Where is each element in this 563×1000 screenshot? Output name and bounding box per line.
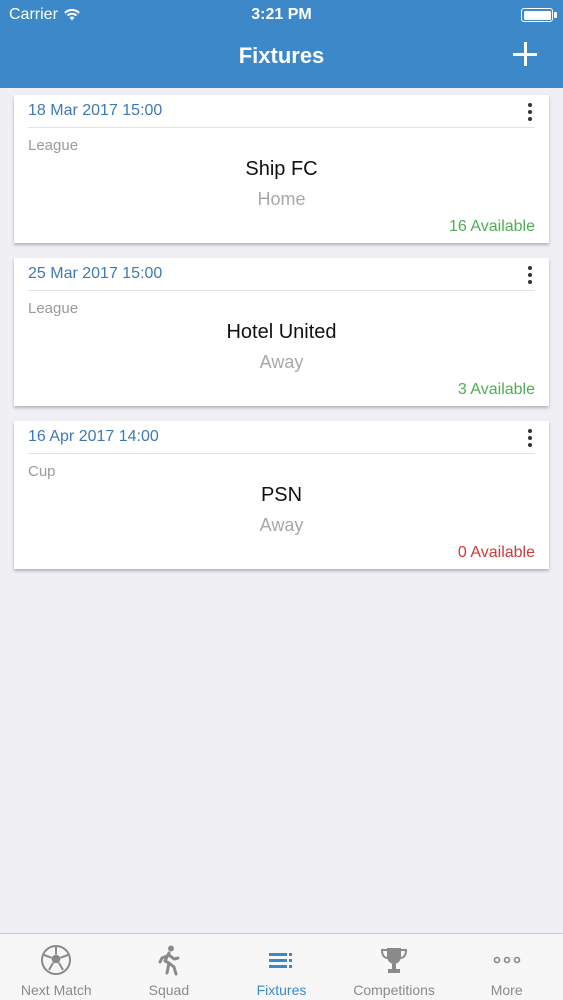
divider	[28, 453, 535, 454]
fixture-availability: 16 Available	[449, 218, 535, 235]
tab-bar: Next Match Squad Fixtures Competitions M…	[0, 933, 563, 1000]
fixture-venue: Home	[257, 189, 306, 209]
navigation-header: Carrier 3:21 PM Fixtures	[0, 0, 563, 88]
fixture-availability: 0 Available	[457, 544, 535, 561]
fixture-competition: Cup	[28, 463, 56, 480]
tab-label: Competitions	[353, 982, 435, 998]
tab-fixtures[interactable]: Fixtures	[225, 934, 338, 1000]
soccer-ball-icon	[41, 945, 72, 975]
fixture-opponent: PSN	[260, 484, 303, 506]
divider	[28, 290, 535, 291]
fixture-venue: Away	[259, 352, 304, 372]
tab-competitions[interactable]: Competitions	[338, 934, 451, 1000]
fixture-availability: 3 Available	[457, 381, 535, 398]
fixture-card[interactable]: 16 Apr 2017 14:00 Cup PSN Away 0 Availab…	[14, 421, 549, 569]
status-bar: Carrier 3:21 PM	[0, 0, 563, 30]
tab-label: Next Match	[20, 982, 92, 998]
tab-label: More	[490, 982, 523, 998]
more-options-icon[interactable]	[523, 427, 537, 449]
tab-next-match[interactable]: Next Match	[0, 934, 113, 1000]
battery-icon	[521, 8, 557, 22]
more-options-icon[interactable]	[523, 101, 537, 123]
fixture-date: 25 Mar 2017 15:00	[28, 265, 163, 282]
fixture-list: 18 Mar 2017 15:00 League Ship FC Home 16…	[14, 95, 549, 584]
tab-squad[interactable]: Squad	[113, 934, 226, 1000]
add-fixture-button[interactable]	[511, 40, 539, 68]
fixture-card[interactable]: 18 Mar 2017 15:00 League Ship FC Home 16…	[14, 95, 549, 243]
list-icon	[269, 953, 293, 968]
tab-more[interactable]: More	[450, 934, 563, 1000]
trophy-icon	[381, 948, 408, 973]
more-dots-icon	[493, 956, 520, 964]
fixture-opponent: Ship FC	[245, 158, 318, 180]
fixture-competition: League	[28, 300, 79, 317]
fixture-date: 16 Apr 2017 14:00	[28, 428, 159, 445]
fixture-opponent: Hotel United	[226, 321, 337, 343]
fixture-competition: League	[28, 137, 79, 154]
tab-label: Squad	[148, 982, 190, 998]
tab-label: Fixtures	[256, 982, 307, 998]
running-person-icon	[158, 945, 180, 976]
page-title: Fixtures	[238, 43, 325, 68]
divider	[28, 127, 535, 128]
fixture-venue: Away	[259, 515, 304, 535]
fixture-card[interactable]: 25 Mar 2017 15:00 League Hotel United Aw…	[14, 258, 549, 406]
fixture-date: 18 Mar 2017 15:00	[28, 102, 163, 119]
more-options-icon[interactable]	[523, 264, 537, 286]
status-time: 3:21 PM	[251, 6, 312, 23]
